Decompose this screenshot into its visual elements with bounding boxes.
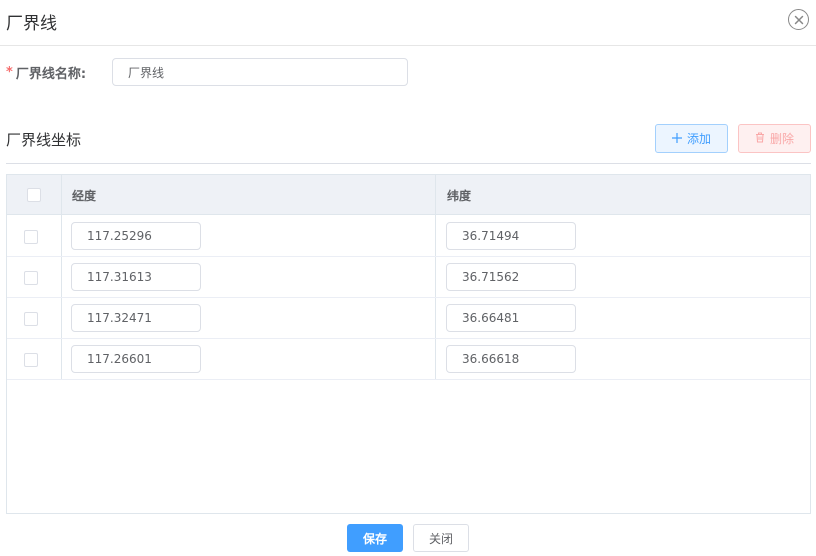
row-checkbox[interactable] bbox=[24, 353, 38, 367]
delete-button[interactable]: 删除 bbox=[738, 124, 811, 153]
name-label: 厂界线名称: bbox=[15, 66, 87, 82]
longitude-input[interactable] bbox=[71, 222, 201, 250]
add-button[interactable]: 添加 bbox=[655, 124, 728, 153]
coords-table: 经度 纬度 bbox=[6, 174, 811, 514]
required-mark: * bbox=[6, 64, 13, 80]
longitude-column-header: 经度 bbox=[72, 188, 97, 203]
dialog-header: 厂界线 bbox=[0, 0, 816, 46]
dialog-title: 厂界线 bbox=[6, 14, 57, 34]
trash-icon bbox=[755, 132, 765, 146]
table-row bbox=[7, 298, 810, 339]
close-button[interactable]: 关闭 bbox=[413, 524, 469, 552]
add-button-label: 添加 bbox=[686, 132, 711, 146]
select-all-checkbox[interactable] bbox=[27, 188, 41, 202]
plus-icon bbox=[671, 132, 682, 146]
longitude-input[interactable] bbox=[71, 263, 201, 291]
longitude-input[interactable] bbox=[71, 304, 201, 332]
row-checkbox[interactable] bbox=[24, 230, 38, 244]
table-row bbox=[7, 257, 810, 298]
table-row bbox=[7, 216, 810, 257]
latitude-column-header: 纬度 bbox=[447, 188, 472, 203]
row-checkbox[interactable] bbox=[24, 271, 38, 285]
save-button[interactable]: 保存 bbox=[347, 524, 403, 552]
section-divider bbox=[6, 163, 811, 164]
table-row bbox=[7, 339, 810, 380]
latitude-input[interactable] bbox=[446, 222, 576, 250]
close-icon[interactable] bbox=[788, 9, 809, 30]
latitude-input[interactable] bbox=[446, 345, 576, 373]
row-checkbox[interactable] bbox=[24, 312, 38, 326]
coords-section-title: 厂界线坐标 bbox=[6, 131, 82, 149]
delete-button-label: 删除 bbox=[769, 132, 794, 146]
name-input[interactable] bbox=[112, 58, 408, 86]
table-header: 经度 纬度 bbox=[7, 175, 810, 215]
name-form-row: * 厂界线名称: bbox=[6, 58, 408, 86]
latitude-input[interactable] bbox=[446, 304, 576, 332]
latitude-input[interactable] bbox=[446, 263, 576, 291]
longitude-input[interactable] bbox=[71, 345, 201, 373]
